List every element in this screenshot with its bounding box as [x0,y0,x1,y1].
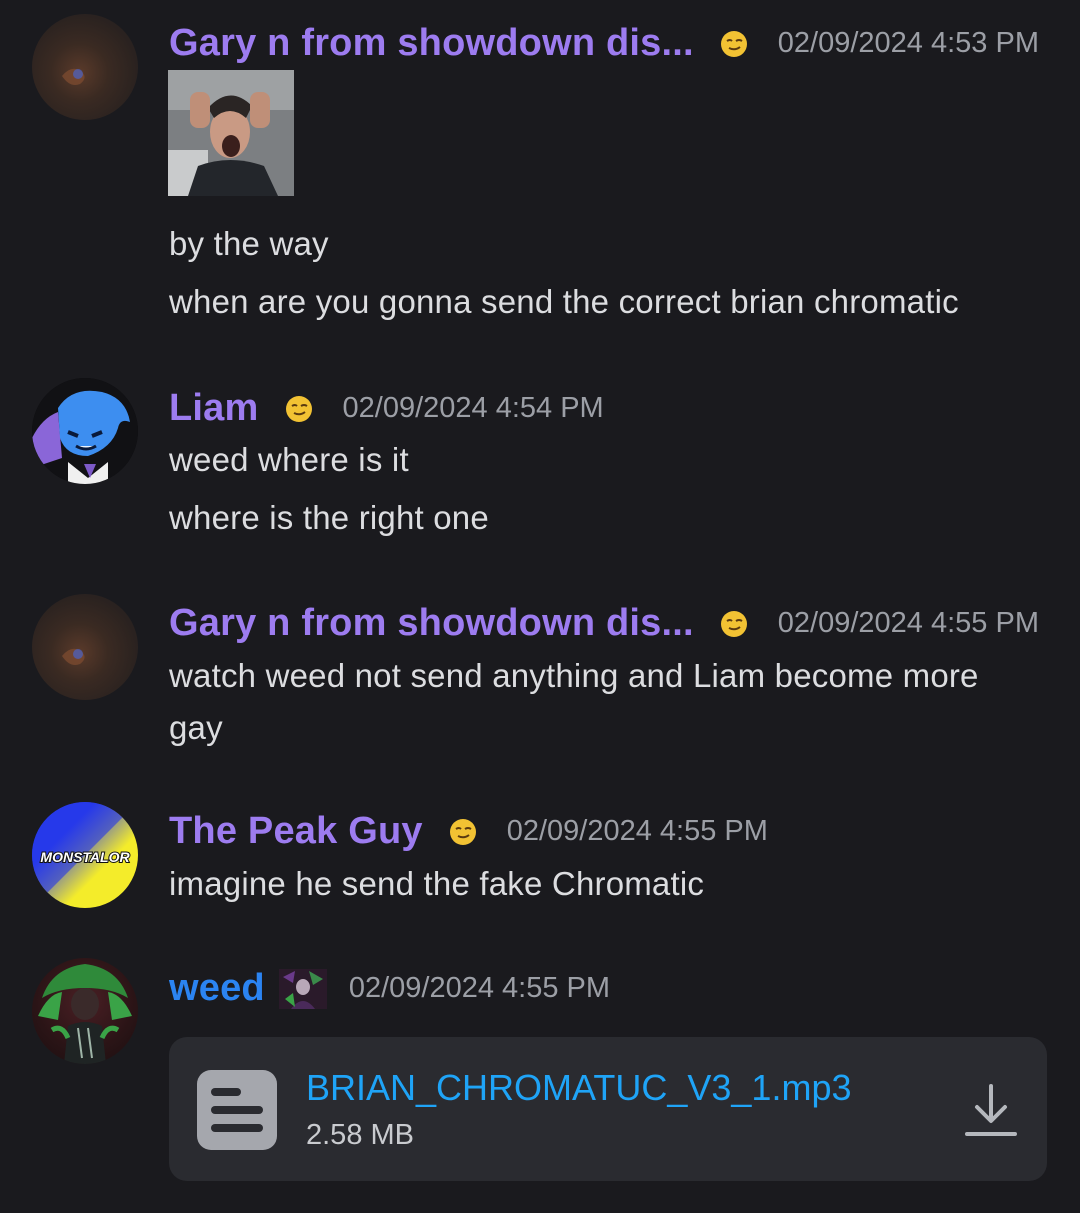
message-header: Gary n from showdown dis... 02/09/2024 4… [169,22,1039,65]
message-text: by the way [169,225,329,262]
smirk-emoji-icon [449,818,476,845]
smirk-emoji-icon [720,30,747,57]
message-text: watch weed not send anything and Liam be… [169,657,979,694]
timestamp: 02/09/2024 4:55 PM [506,815,768,847]
message-text: gay [169,709,223,746]
avatar[interactable] [32,594,138,700]
avatar-text: MONSTALOR [40,849,130,865]
message-header: Liam 02/09/2024 4:54 PM [169,387,604,430]
message-header: Gary n from showdown dis... 02/09/2024 4… [169,602,1039,645]
file-name-link[interactable]: BRIAN_CHROMATUC_V3_1.mp3 [306,1067,851,1109]
smirk-emoji-icon [285,395,312,422]
avatar[interactable]: MONSTALOR [32,802,138,908]
message-text: where is the right one [169,499,489,536]
reaction-gif[interactable] [168,70,294,196]
message-header: weed 02/09/2024 4:55 PM [169,967,610,1010]
message-text: weed where is it [169,441,409,478]
username[interactable]: The Peak Guy [169,810,423,853]
smirk-emoji-icon [720,610,747,637]
username[interactable]: Liam [169,387,259,430]
file-size: 2.58 MB [306,1119,414,1151]
role-icon [278,968,327,1009]
avatar[interactable] [32,14,138,120]
message-text: imagine he send the fake Chromatic [169,865,705,902]
avatar[interactable] [32,958,138,1064]
avatar[interactable] [32,378,138,484]
timestamp: 02/09/2024 4:54 PM [342,392,604,424]
username[interactable]: weed [169,967,265,1010]
timestamp: 02/09/2024 4:55 PM [777,607,1039,639]
message-header: The Peak Guy 02/09/2024 4:55 PM [169,810,768,853]
username[interactable]: Gary n from showdown dis... [169,22,694,65]
message-text: when are you gonna send the correct bria… [169,283,959,320]
file-attachment[interactable]: BRIAN_CHROMATUC_V3_1.mp3 2.58 MB [169,1037,1047,1181]
timestamp: 02/09/2024 4:53 PM [777,27,1039,59]
timestamp: 02/09/2024 4:55 PM [348,972,611,1004]
username[interactable]: Gary n from showdown dis... [169,602,694,645]
download-icon[interactable] [965,1082,1017,1138]
document-icon [197,1070,277,1150]
